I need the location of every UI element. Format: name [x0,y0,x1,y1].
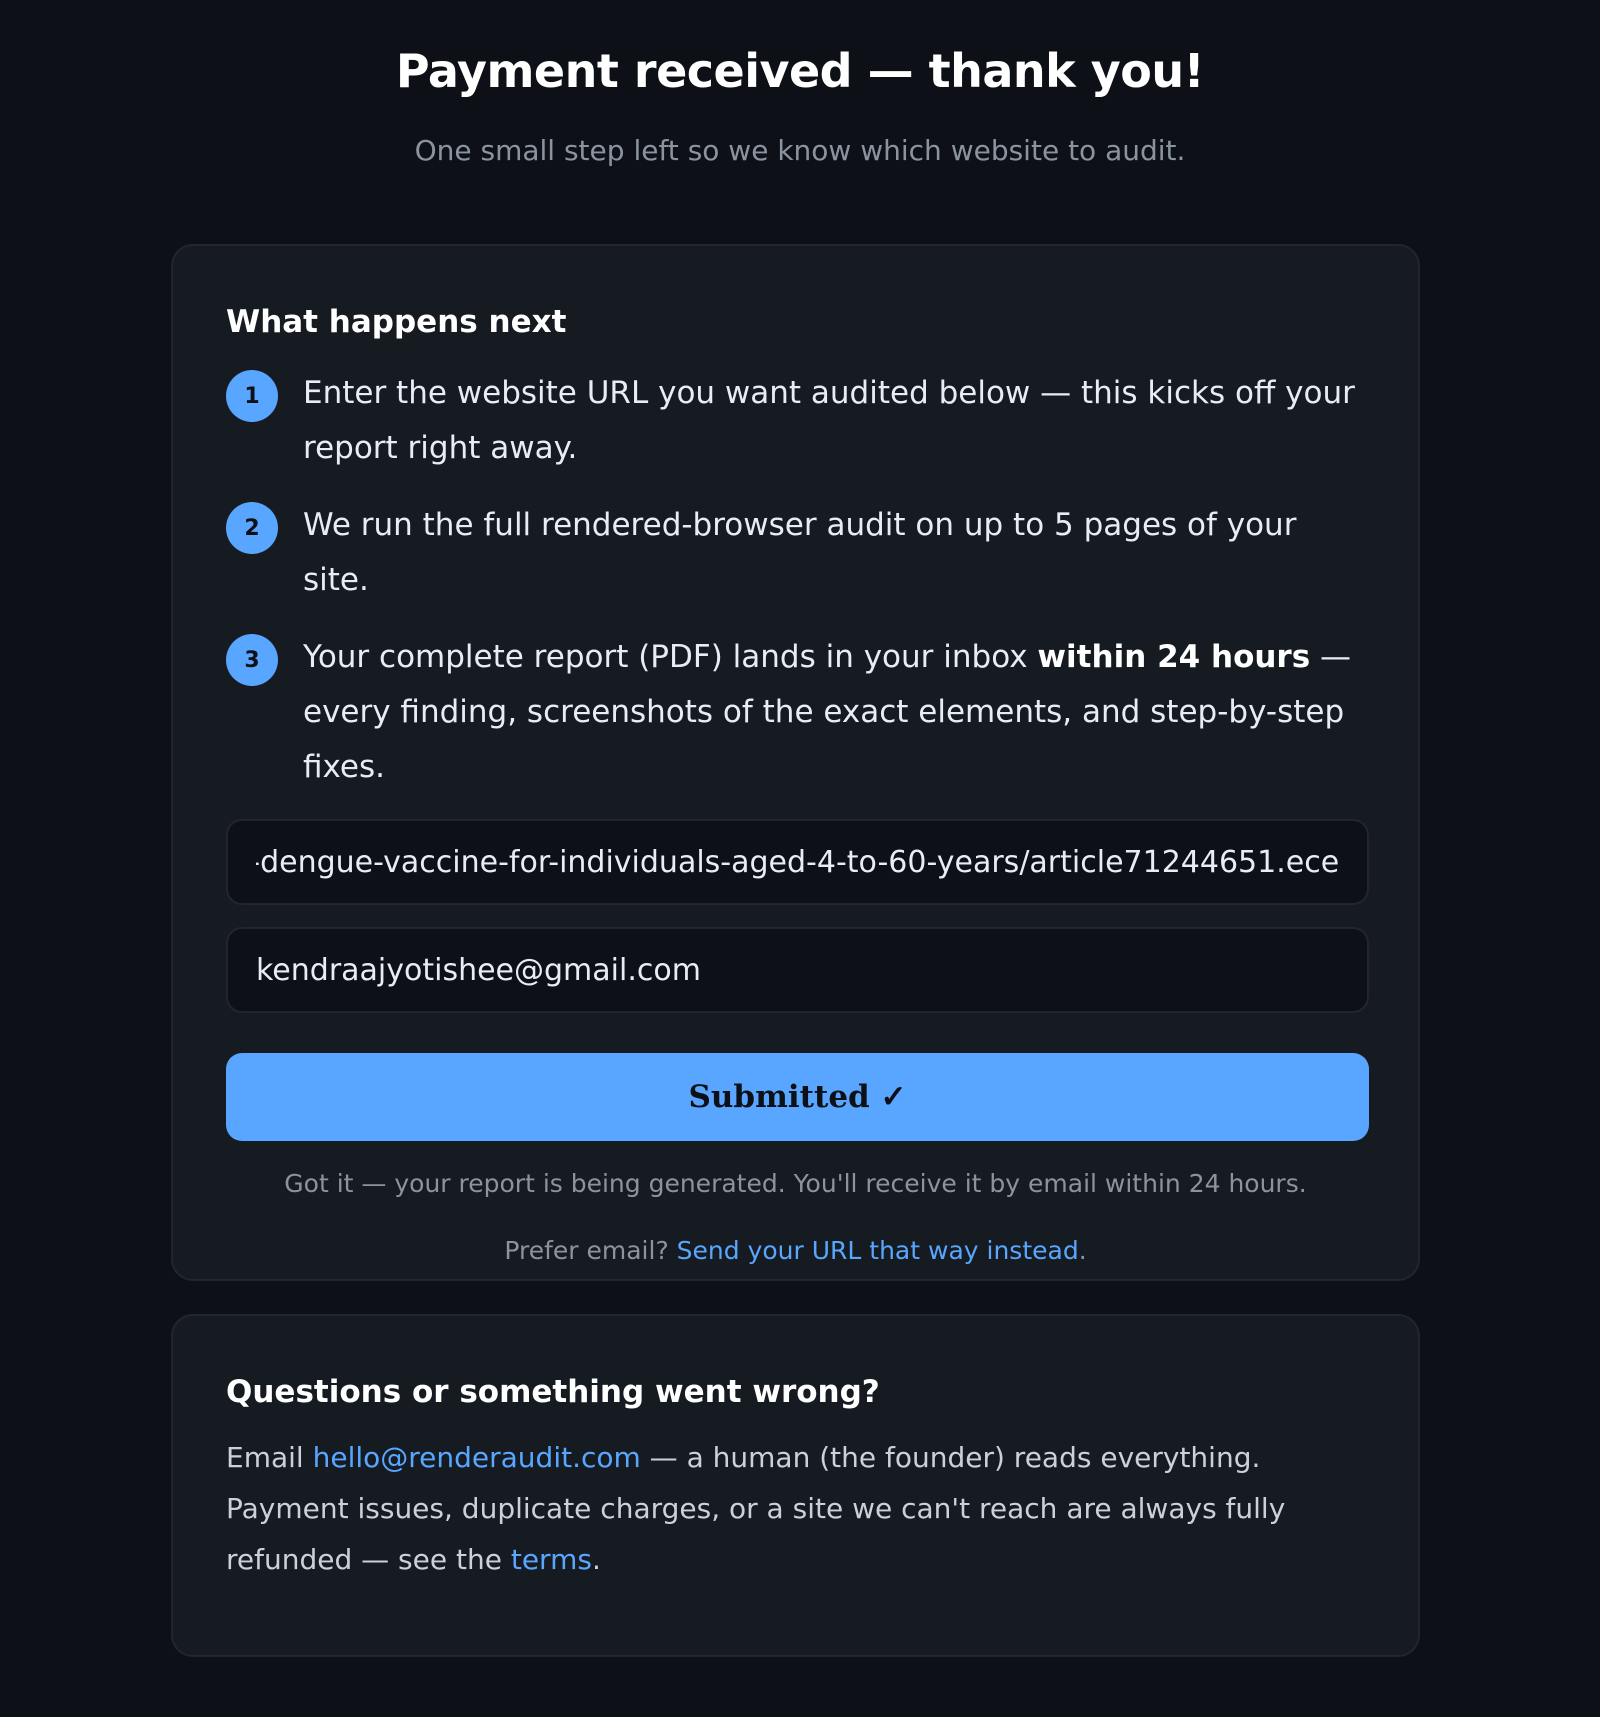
step-text: We run the full rendered-browser audit o… [303,507,1297,598]
help-text: Email hello@renderaudit.com — a human (t… [226,1432,1365,1585]
step-text: Enter the website URL you want audited b… [303,375,1355,466]
page-title: Payment received — thank you! [395,44,1205,98]
step-item-3: 3 Your complete report (PDF) lands in yo… [226,632,1365,795]
steps-list: 1 Enter the website URL you want audited… [226,368,1365,795]
prefer-email-line: Prefer email? Send your URL that way ins… [226,1236,1365,1265]
step-item-2: 2 We run the full rendered-browser audit… [226,500,1365,608]
help-card: Questions or something went wrong? Email… [171,1314,1420,1657]
next-steps-card: What happens next 1 Enter the website UR… [171,244,1420,1281]
step-number-badge: 2 [226,502,278,554]
submit-button[interactable]: Submitted ✓ [226,1053,1369,1141]
email-input[interactable] [226,927,1369,1013]
step-number-badge: 1 [226,370,278,422]
next-steps-heading: What happens next [226,304,567,340]
help-heading: Questions or something went wrong? [226,1374,880,1410]
page-subtitle: One small step left so we know which web… [414,134,1186,167]
step-number-badge: 3 [226,634,278,686]
help-text-prefix: Email [226,1441,313,1474]
help-text-suffix: . [591,1543,601,1576]
step-text-part: Your complete report (PDF) lands in your… [303,639,1038,675]
website-url-input[interactable] [226,819,1369,905]
page-header: Payment received — thank you! One small … [0,0,1600,167]
terms-link[interactable]: terms [511,1543,592,1576]
submission-status-text: Got it — your report is being generated.… [284,1169,1307,1198]
prefer-email-prefix: Prefer email? [504,1236,677,1265]
send-url-by-email-link[interactable]: Send your URL that way instead [677,1236,1079,1265]
step-item-1: 1 Enter the website URL you want audited… [226,368,1365,476]
support-email-link[interactable]: hello@renderaudit.com [313,1441,641,1474]
step-text: Your complete report (PDF) lands in your… [303,630,1365,795]
prefer-email-suffix: . [1078,1236,1087,1265]
payment-confirmation-page: Payment received — thank you! One small … [0,0,1600,1717]
step-text-emphasis: within 24 hours [1037,639,1311,675]
